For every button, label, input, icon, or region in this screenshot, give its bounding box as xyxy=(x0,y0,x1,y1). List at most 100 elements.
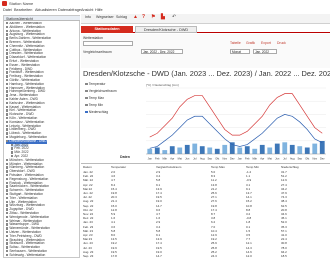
x-tick-label: Feb xyxy=(245,157,250,161)
x-tick-label: Apr xyxy=(170,157,174,161)
flag-icon[interactable]: ⚑ xyxy=(151,14,155,20)
period-select[interactable]: Jan. 2022 - Dez. 2022 xyxy=(141,49,183,54)
wegweiser-button[interactable]: Wegweiser xyxy=(96,15,114,19)
climate-chart: [°C] / Niederschlag [mm] Jan Feb Mär Apr Mai… xyxy=(146,83,326,161)
precip-bar xyxy=(319,141,325,154)
precip-bar xyxy=(259,144,265,154)
precip-bar xyxy=(154,147,160,154)
tabelle-button[interactable]: Tabelle xyxy=(230,41,241,45)
table-header[interactable]: Vergleichszeitraum xyxy=(156,165,181,169)
menu-datenabfrage[interactable]: Datenabfrage xyxy=(58,8,81,12)
precip-bar xyxy=(237,147,243,154)
unit-select[interactable]: Monat xyxy=(230,49,250,54)
menu-hilfe[interactable]: Hilfe xyxy=(95,8,103,12)
precip-bar xyxy=(252,148,258,154)
x-tick-label: Mai xyxy=(268,157,273,161)
precip-bar xyxy=(297,146,303,154)
app-icon xyxy=(2,1,7,6)
table-cell: 24.3 xyxy=(211,254,217,258)
grafik-button[interactable]: Grafik xyxy=(246,41,255,45)
chart-icon[interactable]: ▙ xyxy=(161,14,165,20)
precip-bar xyxy=(214,148,220,154)
precip-bar xyxy=(274,143,280,154)
table-cell: 18.5 xyxy=(281,254,287,258)
checkbox[interactable] xyxy=(85,82,88,86)
x-tick-label: Dez xyxy=(230,157,235,161)
title-bar: Station Name xyxy=(0,0,330,7)
period-label: Vergleichszeitraum xyxy=(83,50,112,54)
daten-label: Daten xyxy=(120,155,130,159)
x-tick-label: Nov xyxy=(312,157,317,161)
toolbar: Info Wegweiser Schlag ▲ ? ⚑ ▙ ↶ xyxy=(81,14,330,24)
table-cell: 14.7 xyxy=(156,254,162,258)
druck-button[interactable]: Druck xyxy=(277,41,286,45)
up-arrow-icon[interactable]: ▲ xyxy=(133,14,138,20)
x-tick-label: Apr xyxy=(260,157,264,161)
precip-bar xyxy=(222,144,228,154)
checkbox[interactable] xyxy=(85,96,88,100)
x-tick-label: Mai xyxy=(178,157,183,161)
legend-temperatur[interactable]: Temperatur xyxy=(85,82,105,86)
table-header[interactable]: Temp Min xyxy=(246,165,259,169)
menu-aktualisieren[interactable]: Aktualisieren xyxy=(35,8,57,12)
station-tree-header: Stationsübersicht xyxy=(4,16,80,21)
data-table: Datum Temperatur Vergleichszeitraum Temp Ma… xyxy=(81,163,330,258)
station-tree-title: Stationsübersicht xyxy=(6,16,33,21)
schlag-button[interactable]: Schlag xyxy=(116,15,127,19)
legend-tempmax[interactable]: Temp Max xyxy=(85,96,104,100)
compare-select[interactable]: Jan. 2022 xyxy=(253,49,277,54)
x-tick-label: Nov xyxy=(222,157,227,161)
checkbox[interactable] xyxy=(85,89,88,93)
station-tree: Aachen - Wetterstation Altdöbern - Wetter… xyxy=(5,22,80,258)
x-tick-label: Feb xyxy=(155,157,160,161)
x-tick-label: Aug xyxy=(290,157,295,161)
station-tree-panel: Stationsübersicht Aachen - Wetterstation… xyxy=(3,15,80,258)
tree-item[interactable]: Schleswig - Wetterstation xyxy=(6,252,46,258)
precip-bar xyxy=(177,147,183,154)
table-header[interactable]: Temperatur xyxy=(111,165,126,169)
export-button[interactable]: Export xyxy=(261,41,271,45)
x-tick-label: Sep xyxy=(297,157,302,161)
precip-bar xyxy=(207,147,213,154)
precip-bar xyxy=(192,143,198,154)
precip-bar xyxy=(304,147,310,154)
chart-title: Dresden/Klotzsche - DWD (Jan. 2023 ... D… xyxy=(83,69,330,78)
table-cell: 17.8 xyxy=(111,254,117,258)
x-tick-label: Dez xyxy=(320,157,325,161)
menu-bearbeiten[interactable]: Bearbeiten xyxy=(14,8,32,12)
legend-niederschlag[interactable]: Niederschlag xyxy=(85,110,108,114)
x-tick-label: Jan xyxy=(238,157,243,161)
x-tick-label: Sep xyxy=(207,157,212,161)
question-icon[interactable]: ? xyxy=(142,14,145,20)
x-tick-label: Jul xyxy=(193,157,197,161)
menu-bar: Datei Bearbeiten Aktualisieren Datenabfr… xyxy=(0,7,330,14)
legend-vergleich[interactable]: Vergleichszeitraum xyxy=(85,89,117,93)
precip-bar xyxy=(244,146,250,154)
info-button[interactable]: Info xyxy=(85,15,91,19)
precip-bar xyxy=(184,144,190,154)
settings-panel: Wetterstation Vergleichszeitraum Jan. 20… xyxy=(81,34,330,68)
tab-stationsdaten[interactable]: Stationsdaten xyxy=(81,26,133,33)
menu-ansicht[interactable]: Ansicht xyxy=(81,8,93,12)
table-header[interactable]: Temp Max xyxy=(211,165,225,169)
x-tick-label: Jun xyxy=(275,157,280,161)
table-header[interactable]: Niederschlag xyxy=(281,165,299,169)
precip-bar xyxy=(162,150,168,154)
table-header[interactable]: Datum xyxy=(83,165,92,169)
tree-item-label: Schleswig - Wetterstation xyxy=(9,252,46,257)
x-tick-label: Okt xyxy=(215,157,219,161)
checkbox[interactable] xyxy=(85,103,88,107)
checkbox[interactable] xyxy=(85,110,88,114)
undo-icon[interactable]: ↶ xyxy=(172,14,176,20)
y-axis-label: [°C] / Niederschlag [mm] xyxy=(146,83,179,87)
legend-tempmin[interactable]: Temp Min xyxy=(85,103,103,107)
x-tick-label: Mär xyxy=(253,157,258,161)
precip-bar xyxy=(282,142,288,154)
x-tick-label: Mär xyxy=(163,157,168,161)
station-field[interactable] xyxy=(83,41,133,46)
tab-station-detail[interactable]: Dresden/Klotzsche - DWD xyxy=(135,26,197,33)
menu-datei[interactable]: Datei xyxy=(3,8,12,12)
precip-bar xyxy=(312,143,318,154)
x-tick-label: Jun xyxy=(185,157,190,161)
temp-max-line xyxy=(149,93,323,138)
